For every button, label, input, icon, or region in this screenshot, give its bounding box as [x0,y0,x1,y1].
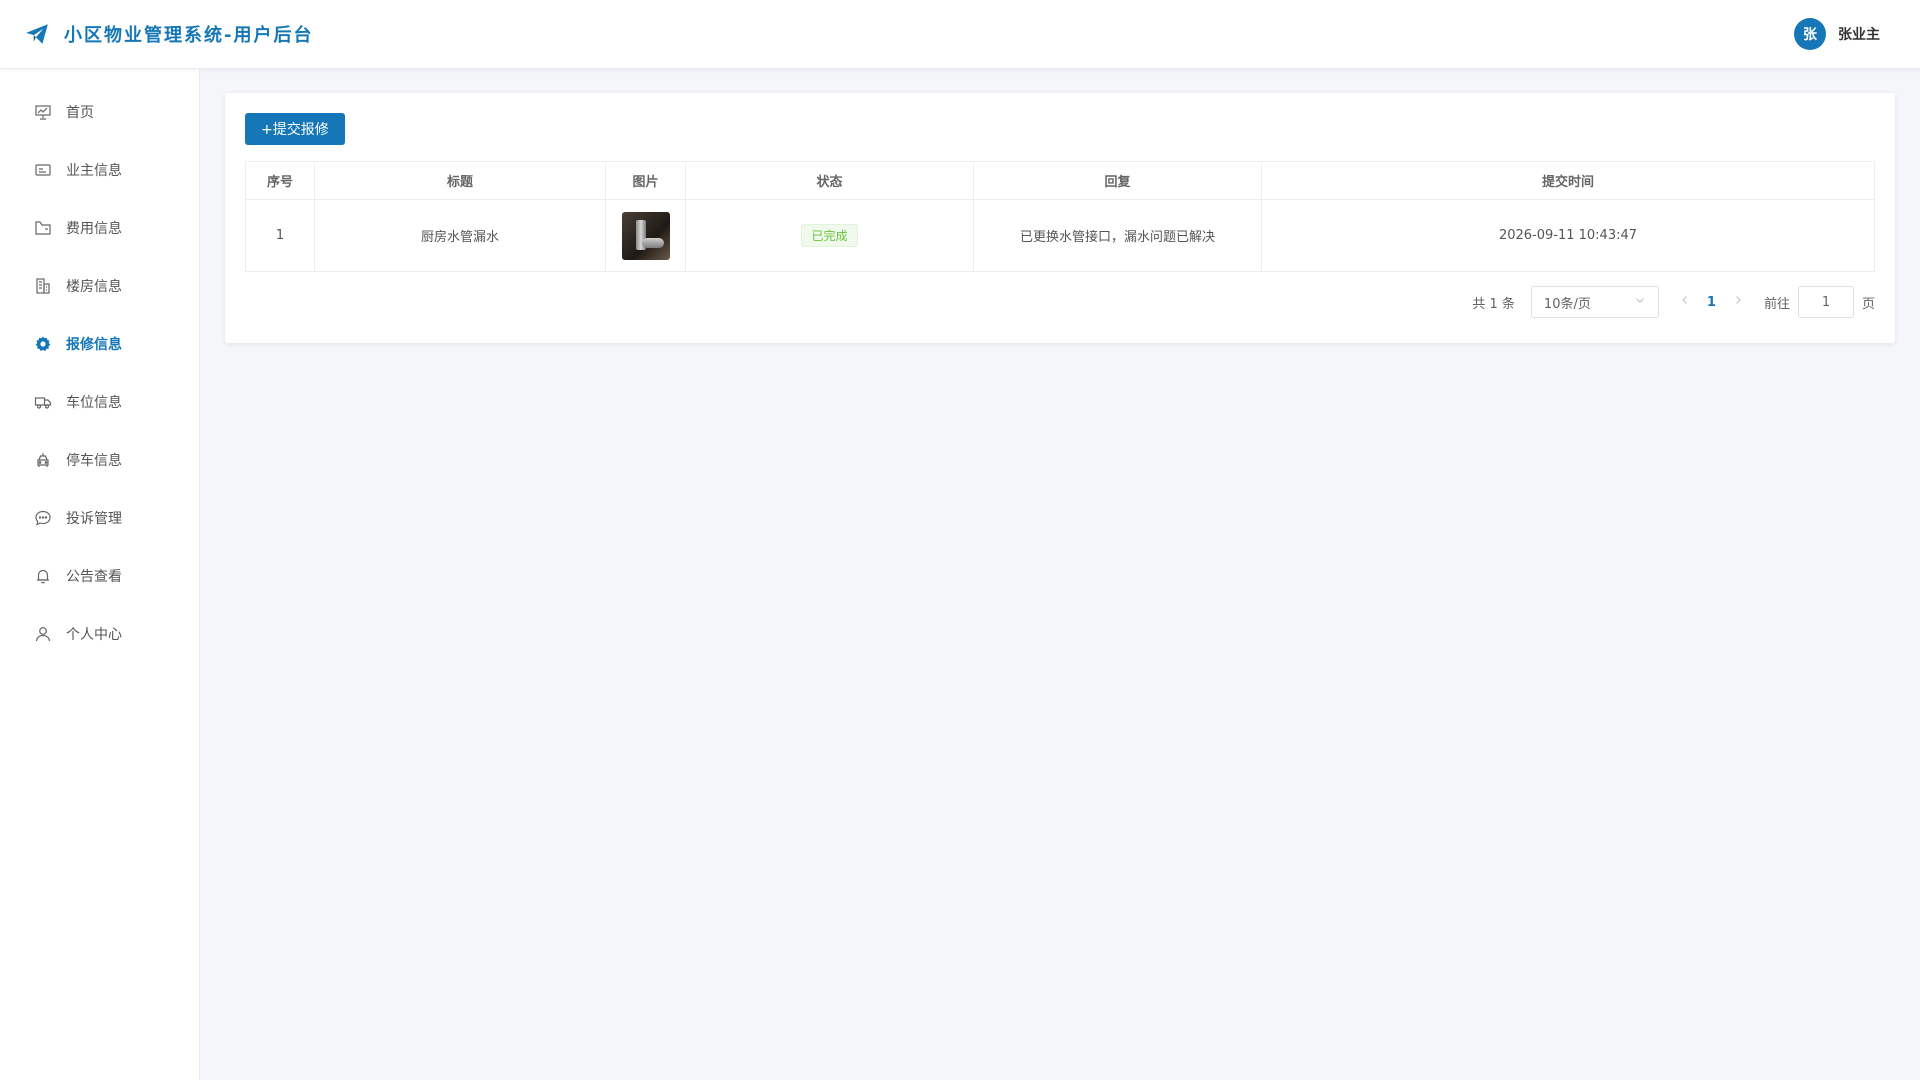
sidebar-item-label: 公告查看 [66,569,122,585]
sidebar-item-complaints[interactable]: 投诉管理 [0,489,199,547]
cell-image [605,199,686,272]
sidebar-item-label: 投诉管理 [66,511,122,527]
sidebar-item-fees[interactable]: 费用信息 [0,199,199,257]
sidebar-item-label: 停车信息 [66,453,122,469]
cell-time: 2026-09-11 10:43:47 [1261,199,1875,272]
sidebar-item-label: 报修信息 [66,337,122,353]
sidebar: 首页 业主信息 费用信息 楼房信息 报修信息 车位信息 停车信息 投诉管理 公告… [0,69,200,1080]
column-header-time: 提交时间 [1261,161,1875,200]
pagination-total: 共 1 条 [1472,296,1515,312]
user-icon [34,625,52,643]
page-size-value: 10条/页 [1543,296,1591,312]
sidebar-item-home[interactable]: 首页 [0,83,199,141]
next-page-button[interactable] [1728,294,1748,310]
cell-title: 厨房水管漏水 [314,199,606,272]
repair-photo-thumbnail[interactable] [621,211,670,260]
sidebar-item-label: 车位信息 [66,395,122,411]
prev-page-button[interactable] [1675,294,1695,310]
page-suffix: 页 [1861,296,1875,312]
cell-index: 1 [245,199,315,272]
sidebar-item-label: 首页 [66,105,94,121]
gear-icon [34,335,52,353]
chat-bubble-icon [34,509,52,527]
column-header-image: 图片 [605,161,686,200]
repair-table: 序号 标题 图片 状态 回复 提交时间 1 厨房水管漏水 已完成 已更换水管接口… [245,161,1875,272]
app-title: 小区物业管理系统-用户后台 [64,25,314,46]
sidebar-item-repair[interactable]: 报修信息 [0,315,199,373]
column-header-title: 标题 [314,161,606,200]
bell-icon [34,567,52,585]
cell-reply: 已更换水管接口，漏水问题已解决 [973,199,1262,272]
pager: 1 [1675,294,1748,310]
sidebar-item-parking-space[interactable]: 车位信息 [0,373,199,431]
user-menu[interactable]: 张 张业主 [1794,18,1880,50]
sidebar-item-label: 费用信息 [66,221,122,237]
page-size-select[interactable]: 10条/页 [1530,286,1659,318]
goto-label: 前往 [1763,296,1790,312]
brand: 小区物业管理系统-用户后台 [24,21,313,47]
building-icon [34,277,52,295]
sidebar-item-label: 楼房信息 [66,279,122,295]
goto-page-input[interactable] [1797,286,1854,318]
sidebar-item-label: 个人中心 [66,627,122,643]
sidebar-item-notices[interactable]: 公告查看 [0,547,199,605]
page-number-current[interactable]: 1 [1695,295,1728,310]
user-name[interactable]: 张业主 [1838,24,1880,44]
submit-repair-button[interactable]: +提交报修 [245,113,345,145]
wallet-icon [34,219,52,237]
presentation-chart-icon [34,103,52,121]
avatar[interactable]: 张 [1794,18,1826,50]
id-card-icon [34,161,52,179]
column-header-status: 状态 [685,161,974,200]
column-header-index: 序号 [245,161,315,200]
page-jump: 前往 页 [1764,286,1875,318]
column-header-reply: 回复 [973,161,1262,200]
status-badge: 已完成 [801,224,858,247]
sidebar-item-profile[interactable]: 个人中心 [0,605,199,663]
chevron-right-icon [1736,296,1741,304]
chevron-left-icon [1682,296,1687,304]
truck-icon [34,393,52,411]
main-content: +提交报修 序号 标题 图片 状态 回复 提交时间 1 厨房水管漏水 已完成 已… [200,69,1920,1080]
table-row: 1 厨房水管漏水 已完成 已更换水管接口，漏水问题已解决 2026-09-11 … [245,199,1875,272]
paper-plane-icon [24,21,50,47]
table-header-row: 序号 标题 图片 状态 回复 提交时间 [245,161,1875,200]
sidebar-item-label: 业主信息 [66,163,122,179]
repair-card: +提交报修 序号 标题 图片 状态 回复 提交时间 1 厨房水管漏水 已完成 已… [225,93,1895,343]
top-header: 小区物业管理系统-用户后台 张 张业主 [0,0,1920,69]
chevron-down-icon [1634,294,1646,310]
sidebar-item-owner-info[interactable]: 业主信息 [0,141,199,199]
sidebar-item-parking[interactable]: 停车信息 [0,431,199,489]
parking-icon [34,451,52,469]
cell-status: 已完成 [685,199,974,272]
sidebar-item-building[interactable]: 楼房信息 [0,257,199,315]
pagination: 共 1 条 10条/页 1 前往 页 [245,286,1875,318]
